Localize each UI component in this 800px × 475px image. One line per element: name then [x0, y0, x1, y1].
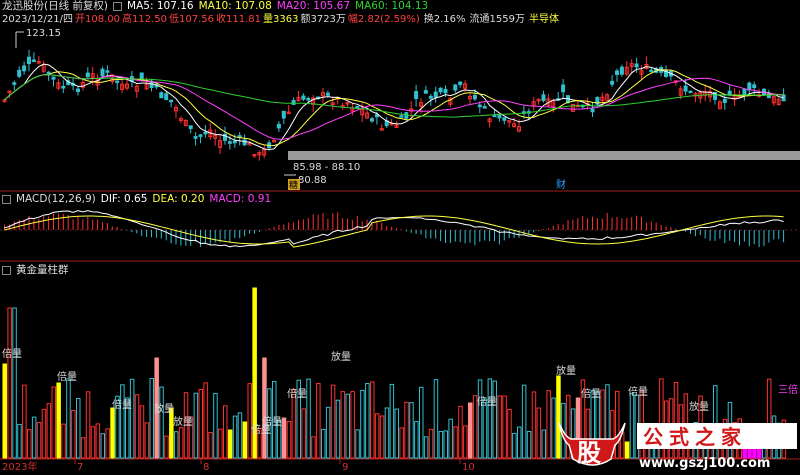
turnover-label: 换2.16% — [423, 14, 466, 25]
price-header: 龙迅股份(日线 前复权) MA5: 107.16 MA10: 107.08 MA20:… — [2, 0, 433, 13]
sector-label[interactable]: 半导体 — [529, 14, 559, 25]
volume-tag-11: 倍量 — [581, 387, 601, 400]
watermark: 股 公式之家 www.gszj100.com — [555, 415, 800, 471]
dif-label: DIF: 0.65 — [100, 193, 148, 205]
ma5-label: MA5: 107.16 — [127, 0, 194, 12]
xaxis-label-0: 2023年 — [2, 460, 37, 471]
watermark-url: www.gszj100.com — [639, 456, 770, 471]
low-label: 低107.56 — [169, 14, 215, 25]
high-price-label: 123.15 — [26, 28, 61, 39]
ma20-label: MA20: 105.67 — [276, 0, 351, 12]
volume-tag-9: 倍量 — [477, 395, 497, 408]
macd-name[interactable]: MACD(12,26,9) — [16, 193, 96, 205]
xaxis-label-4: 10 — [462, 462, 475, 471]
volume-tag-4: 放量 — [173, 415, 193, 428]
close-label: 收111.81 — [216, 14, 262, 25]
volume-tag-8: 放量 — [331, 350, 351, 363]
open-label: 开108.00 — [75, 14, 121, 25]
xaxis-label-3: 9 — [342, 462, 348, 471]
volume-tag-10: 放量 — [556, 364, 576, 377]
volume-tag-6: 倍量 — [262, 415, 282, 428]
volume-tag-3: 放量 — [154, 402, 174, 415]
event-marker-2[interactable]: 财 — [556, 178, 566, 191]
high-label: 高112.50 — [122, 14, 168, 25]
volume-indicator-name[interactable]: 黄金量柱群 — [16, 264, 69, 276]
amount-label: 额3723万 — [300, 14, 346, 25]
watermark-big-char: 股 — [577, 439, 601, 467]
event-marker-1-text: 糖 — [289, 179, 298, 191]
volume-tag-14: 三倍 — [778, 383, 798, 396]
volume-label: 量3363 — [263, 14, 299, 25]
volume-tag-7: 倍量 — [287, 387, 307, 400]
settings-box-icon[interactable] — [113, 1, 123, 11]
macd-header: MACD(12,26,9) DIF: 0.65 DEA: 0.20 MACD: 0.9… — [2, 193, 276, 206]
low-price-label: 80.88 — [298, 175, 327, 186]
macd-settings-icon[interactable] — [2, 194, 11, 204]
volume-tag-1: 倍量 — [57, 370, 77, 383]
macd-value-label: MACD: 0.91 — [209, 193, 272, 205]
range-label: 85.98 - 88.10 — [293, 162, 360, 173]
date-label: 2023/12/21/四 — [2, 14, 74, 25]
watermark-site-name: 公式之家 — [643, 425, 747, 449]
ma60-label: MA60: 104.13 — [355, 0, 429, 12]
ma10-label: MA10: 107.08 — [198, 0, 272, 12]
float-label: 流通1559万 — [469, 14, 525, 25]
xaxis-label-2: 8 — [203, 462, 209, 471]
change-label: 幅2.82(2.59%) — [347, 14, 420, 25]
volume-tag-13: 倍量 — [628, 385, 648, 398]
xaxis-label-1: 7 — [77, 462, 83, 471]
quote-line: 2023/12/21/四 开108.00 高112.50 低107.56 收111.81… — [2, 13, 564, 26]
volume-settings-icon[interactable] — [2, 265, 11, 275]
volume-tag-12: 放量 — [689, 400, 709, 413]
stock-name[interactable]: 龙迅股份(日线 前复权) — [2, 0, 108, 12]
dea-label: DEA: 0.20 — [152, 193, 205, 205]
volume-tag-0: 倍量 — [2, 347, 22, 360]
range-band — [288, 151, 800, 160]
volume-header: 黄金量柱群 — [2, 264, 74, 277]
stock-chart: 倍量倍量倍量 放量放量倍量倍量倍量放量倍量放量倍量放量倍量 三倍 123.15 80… — [0, 0, 800, 471]
volume-tag-2: 倍量 — [112, 398, 132, 411]
